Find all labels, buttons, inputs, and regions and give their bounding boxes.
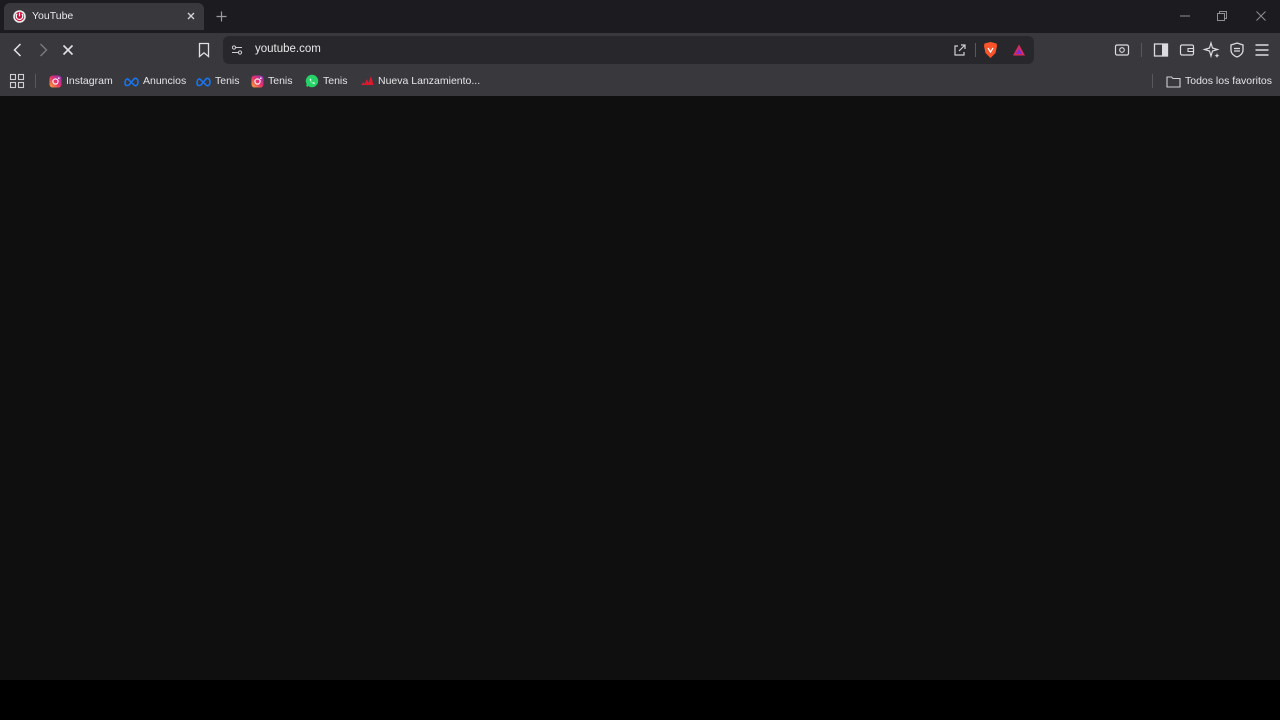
folder-icon: [1166, 75, 1181, 88]
vpn-shield-icon[interactable]: [1227, 40, 1247, 60]
menu-icon[interactable]: [1252, 40, 1272, 60]
forward-icon[interactable]: [33, 40, 53, 60]
restore-icon[interactable]: [1215, 9, 1229, 23]
tab-youtube[interactable]: YouTube: [4, 3, 204, 30]
bookmark-tenis-meta[interactable]: Tenis: [196, 73, 240, 89]
bookmark-tenis-instagram[interactable]: Tenis: [251, 73, 293, 89]
bookmark-label: Tenis: [215, 75, 240, 87]
meta-icon: [196, 77, 211, 86]
reader-mode-icon[interactable]: [1112, 40, 1132, 60]
leo-ai-icon[interactable]: [1202, 40, 1222, 60]
bookmark-anuncios[interactable]: Anuncios: [124, 73, 186, 89]
window-close-icon[interactable]: [1254, 9, 1268, 23]
bookmarks-divider: [35, 74, 36, 88]
all-bookmarks-folder[interactable]: Todos los favoritos: [1166, 73, 1272, 89]
tab-strip: YouTube: [0, 0, 1280, 33]
tab-close-icon[interactable]: [184, 9, 198, 23]
bookmarks-divider-right: [1152, 74, 1153, 88]
all-bookmarks-label: Todos los favoritos: [1185, 75, 1272, 87]
share-icon[interactable]: [952, 42, 968, 58]
bookmark-nueva-lanzamiento[interactable]: Nueva Lanzamiento...: [360, 73, 480, 89]
bookmark-label: Tenis: [268, 75, 293, 87]
instagram-icon: [49, 75, 62, 87]
bottom-area: [0, 680, 1280, 720]
toolbar-divider: [1141, 43, 1142, 57]
new-tab-icon[interactable]: [214, 9, 229, 24]
bookmark-label: Nueva Lanzamiento...: [378, 75, 481, 87]
bookmarks-bar: Instagram Anuncios Tenis Tenis Tenis Nue…: [0, 66, 1280, 96]
adidas-icon: [361, 76, 374, 85]
toolbar: youtube.com: [0, 33, 1280, 66]
sidebar-icon[interactable]: [1151, 40, 1171, 60]
bookmark-label: Tenis: [323, 75, 348, 87]
apps-grid-icon[interactable]: [9, 73, 25, 89]
bookmark-label: Instagram: [66, 75, 113, 87]
stop-loading-icon[interactable]: [58, 40, 78, 60]
page-content: [0, 96, 1280, 680]
instagram-icon: [251, 75, 264, 87]
bookmark-tenis-whatsapp[interactable]: Tenis: [305, 73, 348, 89]
meta-icon: [124, 77, 139, 86]
bookmark-icon[interactable]: [194, 40, 214, 60]
youtube-favicon-icon: [13, 10, 26, 23]
bookmark-instagram[interactable]: Instagram: [49, 73, 113, 89]
wallet-icon[interactable]: [1177, 40, 1197, 60]
site-settings-icon[interactable]: [230, 43, 244, 57]
brave-shields-icon[interactable]: [982, 41, 999, 59]
bookmark-label: Anuncios: [143, 75, 187, 87]
whatsapp-icon: [305, 74, 319, 88]
back-icon[interactable]: [8, 40, 28, 60]
brave-rewards-icon[interactable]: [1011, 42, 1027, 58]
tab-title: YouTube: [32, 10, 74, 22]
omnibox-divider: [975, 43, 976, 57]
minimize-icon[interactable]: [1178, 9, 1192, 23]
address-bar[interactable]: youtube.com: [223, 36, 1034, 64]
url-text[interactable]: youtube.com: [255, 43, 321, 55]
